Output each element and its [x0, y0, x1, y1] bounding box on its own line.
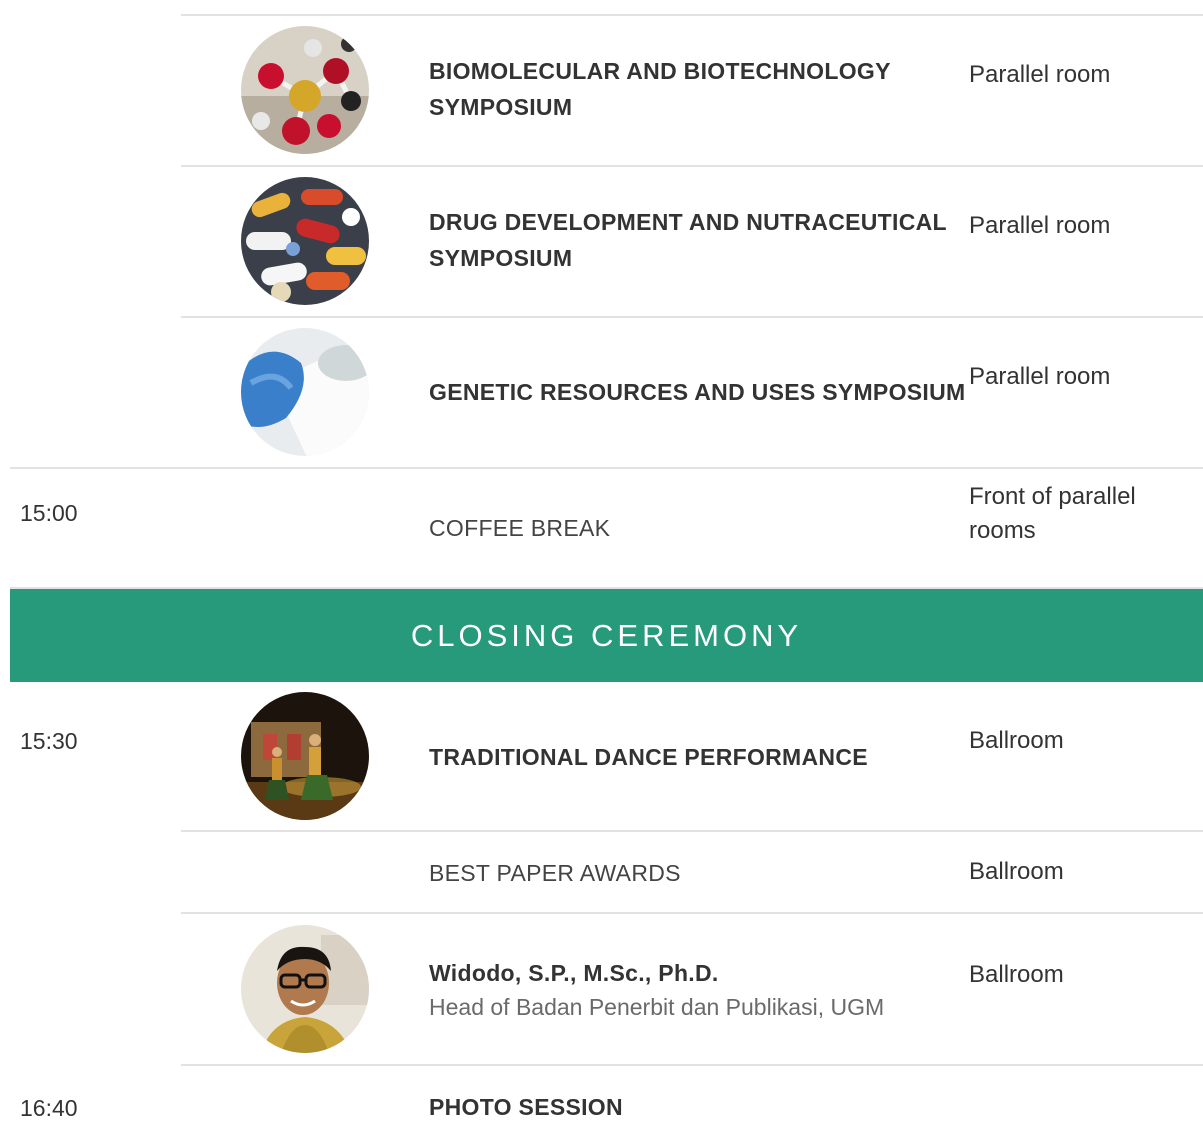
row-divider: [181, 316, 1203, 318]
session-title: PHOTO SESSION: [429, 1094, 623, 1120]
session-title: COFFEE BREAK: [429, 515, 611, 541]
dance-performance-image: [241, 692, 369, 820]
session-venue: Parallel room: [969, 61, 1111, 88]
molecule-model-image: [241, 26, 369, 154]
session-venue: Ballroom: [969, 858, 1064, 885]
speaker-affiliation: Head of Badan Penerbit dan Publikasi, UG…: [429, 994, 885, 1020]
session-time: 15:30: [20, 728, 78, 754]
speaker-photo: [241, 925, 369, 1053]
pills-capsules-image: [241, 177, 369, 305]
session-time: 16:40: [20, 1095, 78, 1121]
session-venue: Ballroom: [969, 727, 1064, 754]
session-venue: Parallel room: [969, 212, 1111, 239]
speaker-name: Widodo, S.P., M.Sc., Ph.D.: [429, 960, 719, 986]
section-banner: CLOSING CEREMONY: [10, 589, 1203, 682]
session-title: BEST PAPER AWARDS: [429, 860, 681, 886]
session-title: DRUG DEVELOPMENT AND NUTRACEUTICAL SYMPO…: [429, 209, 947, 271]
row-divider: [181, 1064, 1203, 1066]
lab-glove-petri-image: [241, 328, 369, 456]
session-venue: Front of parallel rooms: [969, 483, 1136, 544]
session-venue: Ballroom: [969, 961, 1064, 988]
row-divider: [181, 165, 1203, 167]
row-divider: [10, 467, 1203, 469]
row-divider: [181, 830, 1203, 832]
session-title: TRADITIONAL DANCE PERFORMANCE: [429, 744, 868, 770]
session-venue: Parallel room: [969, 363, 1111, 390]
session-time: 15:00: [20, 500, 78, 526]
row-divider: [181, 14, 1203, 16]
session-title: GENETIC RESOURCES AND USES SYMPOSIUM: [429, 379, 966, 405]
session-title: BIOMOLECULAR AND BIOTECHNOLOGY SYMPOSIUM: [429, 58, 891, 120]
row-divider: [181, 912, 1203, 914]
